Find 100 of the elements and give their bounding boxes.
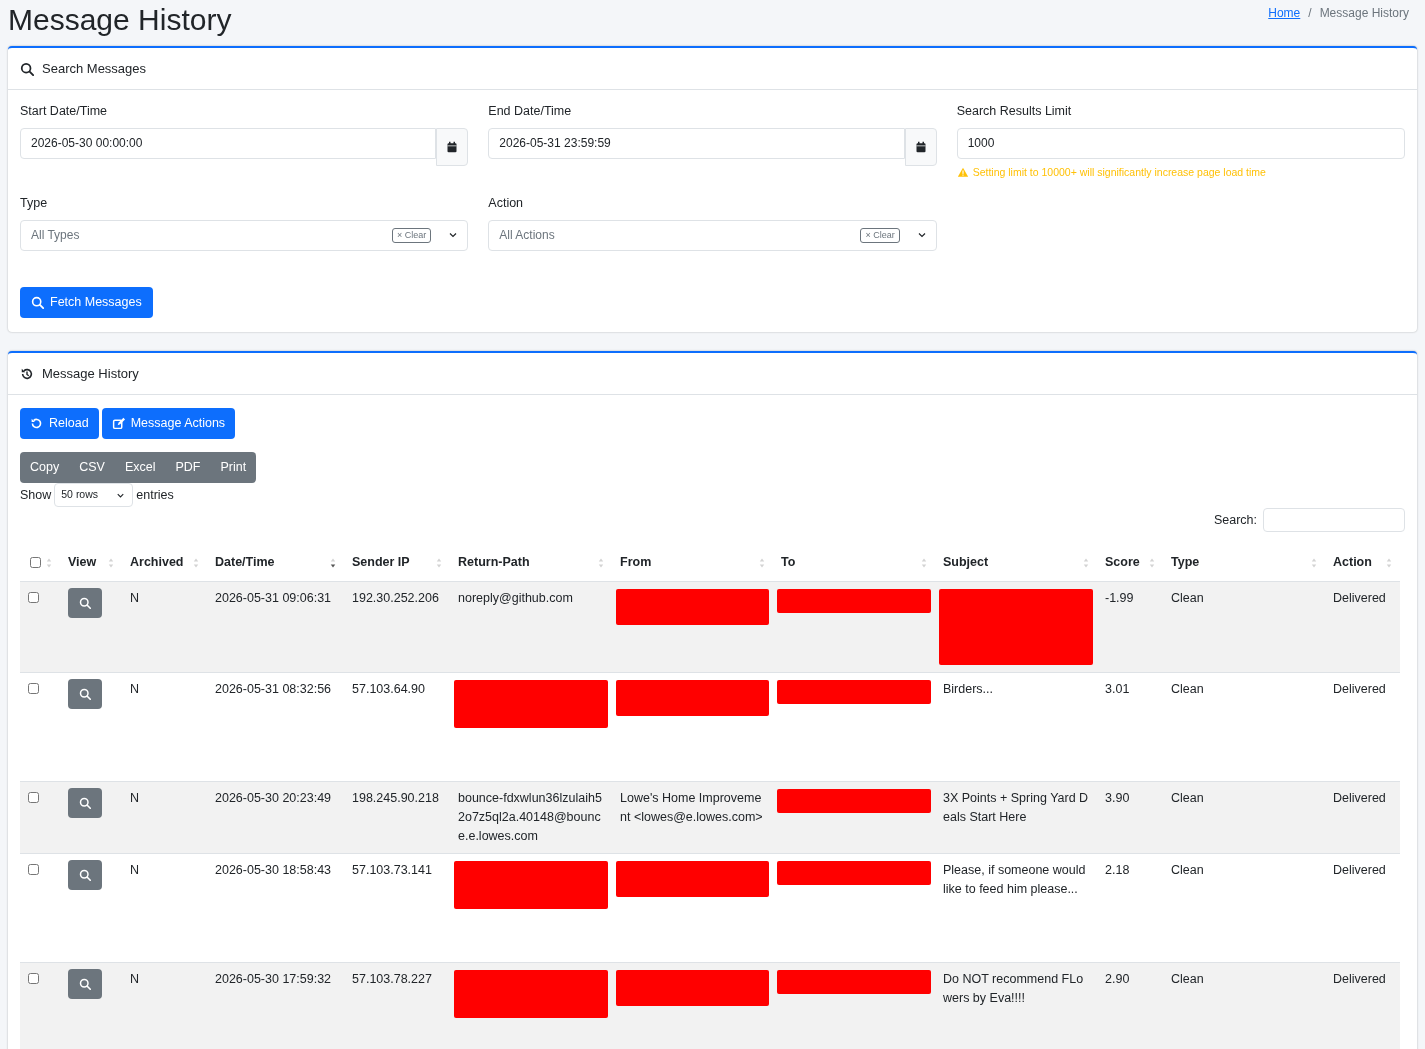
email-cell-text: noreply@github.com xyxy=(458,589,574,607)
column-header[interactable]: Sender IP xyxy=(352,553,410,573)
action-cell: Delivered xyxy=(1333,790,1386,805)
column-header[interactable]: From xyxy=(620,553,652,573)
column-header[interactable]: To xyxy=(781,553,796,573)
export-button[interactable]: PDF xyxy=(165,452,211,483)
search-icon xyxy=(31,296,44,309)
card-title: Search Messages xyxy=(42,59,147,78)
edit-icon xyxy=(111,417,125,430)
score-cell: -1.99 xyxy=(1105,590,1134,605)
row-checkbox[interactable] xyxy=(28,591,39,603)
datetime-cell: 2026-05-31 09:06:31 xyxy=(215,590,332,605)
type-cell: Clean xyxy=(1171,590,1204,605)
column-header[interactable]: Return-Path xyxy=(458,553,530,573)
calendar-icon xyxy=(446,140,459,153)
column-header[interactable]: Date/Time xyxy=(215,553,275,573)
warning-icon xyxy=(956,167,969,179)
calendar-button[interactable] xyxy=(436,127,469,166)
breadcrumb-current: Message History xyxy=(1319,5,1409,22)
type-cell: Clean xyxy=(1171,681,1204,696)
archived-cell: N xyxy=(130,790,140,805)
row-checkbox[interactable] xyxy=(28,863,39,875)
table-search-field[interactable] xyxy=(1263,508,1405,532)
fetch-messages-button[interactable]: Fetch Messages xyxy=(20,287,153,318)
search-icon xyxy=(79,868,91,881)
row-checkbox[interactable] xyxy=(28,972,39,984)
calendar-icon xyxy=(914,140,927,153)
history-icon xyxy=(20,366,34,381)
datetime-cell: 2026-05-30 17:59:32 xyxy=(215,971,332,986)
type-cell: Clean xyxy=(1171,790,1204,805)
field-label: Search Results Limit xyxy=(956,103,1073,120)
column-header[interactable]: Archived xyxy=(130,553,184,573)
view-button[interactable] xyxy=(68,587,102,618)
warning-text: Setting limit to 10000+ will significantly increase page load time xyxy=(972,164,1266,180)
ip-cell: 198.245.90.218 xyxy=(352,790,439,805)
search-icon xyxy=(79,687,91,700)
clear-button[interactable]: × Clear xyxy=(860,227,900,243)
archived-cell: N xyxy=(130,590,140,605)
date-field[interactable]: 2026-05-31 23:59:59 xyxy=(488,127,905,159)
select-field[interactable]: All Actions × Clear xyxy=(488,219,937,251)
search-icon xyxy=(79,796,91,809)
select-placeholder: All Types xyxy=(31,227,81,245)
subject-cell-text: 3X Points + Spring Yard Deals Start Here xyxy=(943,789,1089,826)
email-cell-text: bounce-fdxwlun36lzulaih52o7z5ql2a.40148@bounce.e.lowes.com xyxy=(458,789,603,845)
action-cell: Delivered xyxy=(1333,862,1386,877)
limit-field[interactable]: 1000 xyxy=(956,127,1405,159)
calendar-button[interactable] xyxy=(904,127,937,166)
view-button[interactable] xyxy=(68,968,102,999)
view-button[interactable] xyxy=(68,859,102,890)
action-cell: Delivered xyxy=(1333,590,1386,605)
datetime-cell: 2026-05-30 20:23:49 xyxy=(215,790,332,805)
view-button[interactable] xyxy=(68,787,102,818)
ip-cell: 57.103.64.90 xyxy=(352,681,425,696)
export-button[interactable]: CSV xyxy=(69,452,115,483)
rows-select-value: 50 rows xyxy=(61,487,99,503)
field-label: End Date/Time xyxy=(488,103,573,120)
home-link[interactable]: Home xyxy=(1268,4,1301,22)
clear-button[interactable]: × Clear xyxy=(392,227,432,243)
date-field[interactable]: 2026-05-30 00:00:00 xyxy=(20,127,437,159)
score-cell: 3.01 xyxy=(1105,681,1130,696)
row-checkbox[interactable] xyxy=(28,791,39,803)
subject-cell-text: Do NOT recommend FLowers by Eva!!!! xyxy=(943,970,1085,1007)
row-checkbox[interactable] xyxy=(28,682,39,694)
export-button[interactable]: Excel xyxy=(114,452,166,483)
message-actions-button[interactable]: Message Actions xyxy=(101,408,236,439)
export-button[interactable]: Copy xyxy=(20,452,70,483)
archived-cell: N xyxy=(130,862,140,877)
view-button[interactable] xyxy=(68,678,102,709)
score-cell: 2.90 xyxy=(1105,971,1130,986)
column-header[interactable]: Score xyxy=(1105,553,1140,573)
subject-cell-text: Please, if someone would like to feed him please... xyxy=(943,861,1087,898)
breadcrumb-separator: / xyxy=(1307,5,1313,22)
reload-icon xyxy=(30,417,43,430)
column-header[interactable]: View xyxy=(68,553,97,573)
datetime-cell: 2026-05-31 08:32:56 xyxy=(215,681,332,696)
subject-cell-text: Birders... xyxy=(943,680,994,698)
column-header[interactable]: Type xyxy=(1171,553,1200,573)
field-label: Start Date/Time xyxy=(20,103,109,120)
column-header[interactable]: Subject xyxy=(943,553,989,573)
select-all-checkbox[interactable] xyxy=(30,557,41,569)
action-cell: Delivered xyxy=(1333,971,1386,986)
search-icon xyxy=(20,61,34,76)
field-label: Type xyxy=(20,195,49,212)
datetime-cell: 2026-05-30 18:58:43 xyxy=(215,862,332,877)
reload-button[interactable]: Reload xyxy=(20,408,99,439)
page-title: Message History xyxy=(8,2,232,38)
search-label: Search: xyxy=(1213,511,1257,529)
archived-cell: N xyxy=(130,971,140,986)
archived-cell: N xyxy=(130,681,140,696)
select-field[interactable]: All Types × Clear xyxy=(20,219,469,251)
entries-label: entries xyxy=(136,486,174,504)
rows-select[interactable]: 50 rows xyxy=(54,483,134,507)
action-cell: Delivered xyxy=(1333,681,1386,696)
column-header[interactable]: Action xyxy=(1333,553,1372,573)
export-button[interactable]: Print xyxy=(210,452,257,483)
ip-cell: 192.30.252.206 xyxy=(352,590,439,605)
select-placeholder: All Actions xyxy=(499,227,556,245)
score-cell: 3.90 xyxy=(1105,790,1130,805)
ip-cell: 57.103.78.227 xyxy=(352,971,432,986)
search-icon xyxy=(79,596,91,609)
